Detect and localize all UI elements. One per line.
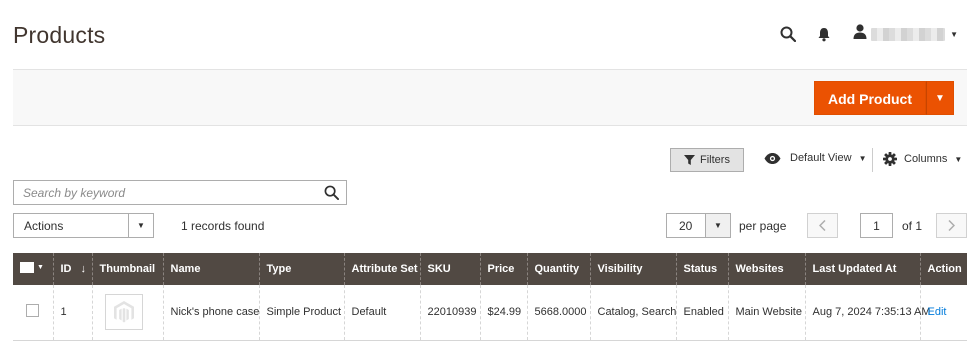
column-header-status[interactable]: Status — [675, 253, 728, 285]
column-header-attribute-set[interactable]: Attribute Set — [343, 253, 420, 285]
caret-down-icon: ▼ — [705, 214, 730, 237]
chevron-right-icon — [948, 220, 955, 231]
magento-logo-placeholder — [113, 301, 134, 323]
previous-page-button[interactable] — [807, 213, 838, 238]
mass-actions-select[interactable]: Actions ▼ — [13, 213, 154, 238]
cell-name: Nick's phone case — [162, 285, 259, 341]
header-actions: ▼ — [777, 23, 958, 45]
column-header-name[interactable]: Name — [162, 253, 259, 285]
product-thumbnail[interactable] — [104, 294, 143, 331]
page-action-bar: Add Product ▼ — [13, 69, 967, 126]
search-icon[interactable] — [316, 181, 346, 204]
table-row[interactable]: 1 Nick's phone case Simple Product Defau… — [13, 285, 967, 341]
column-header-last-updated[interactable]: Last Updated At — [804, 253, 920, 285]
next-page-button[interactable] — [936, 213, 967, 238]
add-product-split-button: Add Product ▼ — [814, 81, 954, 115]
filters-button[interactable]: Filters — [670, 148, 744, 172]
columns-dropdown[interactable]: Columns ▼ — [883, 152, 962, 166]
add-product-button[interactable]: Add Product — [814, 81, 926, 115]
caret-down-icon: ▼ — [935, 92, 945, 104]
user-icon — [853, 24, 867, 44]
gear-icon — [883, 152, 897, 166]
column-header-visibility[interactable]: Visibility — [589, 253, 676, 285]
mass-select-header[interactable]: ▼ — [13, 253, 53, 285]
caret-down-icon: ▼ — [954, 154, 963, 164]
checkbox-icon — [20, 262, 34, 273]
keyword-search — [13, 180, 347, 205]
cell-type: Simple Product — [258, 285, 344, 341]
caret-down-icon: ▼ — [128, 214, 153, 237]
cell-attribute-set: Default — [343, 285, 420, 341]
column-header-sku[interactable]: SKU — [419, 253, 480, 285]
mass-actions-label: Actions — [24, 218, 64, 233]
per-page-select[interactable]: 20 ▼ — [666, 213, 731, 238]
cell-quantity: 5668.0000 — [526, 285, 590, 341]
row-select-cell — [13, 285, 53, 341]
bell-icon[interactable] — [813, 23, 835, 45]
chevron-left-icon — [819, 220, 826, 231]
caret-down-icon: ▼ — [950, 29, 958, 39]
records-found: 1 records found — [181, 219, 265, 233]
caret-down-icon: ▼ — [37, 264, 44, 271]
current-page-input[interactable] — [860, 213, 893, 238]
user-menu[interactable]: ▼ — [853, 24, 958, 44]
cell-last-updated: Aug 7, 2024 7:35:13 AM — [804, 285, 931, 341]
page-total: of 1 — [902, 219, 923, 233]
add-product-dropdown-toggle[interactable]: ▼ — [926, 81, 954, 115]
column-header-websites[interactable]: Websites — [727, 253, 805, 285]
mass-select-checkbox[interactable]: ▼ — [20, 262, 44, 273]
page-title: Products — [13, 22, 106, 48]
cell-id: 1 — [52, 285, 92, 341]
sort-arrow-down-icon: ↓ — [80, 263, 87, 275]
cell-sku: 22010939 — [419, 285, 480, 341]
products-grid: ▼ ID ↓ Thumbnail Name Type Attribute Set … — [13, 253, 967, 341]
eye-icon — [764, 152, 781, 164]
cell-websites: Main Website — [727, 285, 805, 341]
search-icon[interactable] — [777, 23, 799, 45]
grid-header-row: ▼ ID ↓ Thumbnail Name Type Attribute Set … — [13, 253, 967, 285]
cell-status: Enabled — [675, 285, 728, 341]
cell-visibility: Catalog, Search — [589, 285, 676, 341]
toolbar-divider — [872, 148, 873, 172]
keyword-search-input[interactable] — [14, 181, 316, 204]
cell-thumbnail — [91, 285, 163, 341]
default-view-dropdown[interactable]: Default View ▼ — [764, 152, 866, 164]
column-header-quantity[interactable]: Quantity — [526, 253, 590, 285]
row-checkbox[interactable] — [26, 304, 39, 318]
cell-price: $24.99 — [479, 285, 527, 341]
column-label: ID — [60, 263, 72, 275]
per-page-value: 20 — [679, 218, 693, 233]
cell-action: Edit — [919, 285, 967, 341]
per-page-label: per page — [739, 219, 787, 233]
column-header-id[interactable]: ID ↓ — [52, 253, 92, 285]
column-header-thumbnail: Thumbnail — [91, 253, 163, 285]
caret-down-icon: ▼ — [858, 153, 867, 163]
edit-link[interactable]: Edit — [928, 306, 947, 318]
filters-label: Filters — [700, 154, 730, 166]
funnel-icon — [684, 155, 696, 165]
column-header-price[interactable]: Price — [479, 253, 527, 285]
default-view-label: Default View — [790, 152, 852, 164]
user-name-redacted — [871, 27, 946, 41]
column-header-type[interactable]: Type — [258, 253, 344, 285]
columns-label: Columns — [904, 153, 948, 165]
column-header-action: Action — [919, 253, 967, 285]
